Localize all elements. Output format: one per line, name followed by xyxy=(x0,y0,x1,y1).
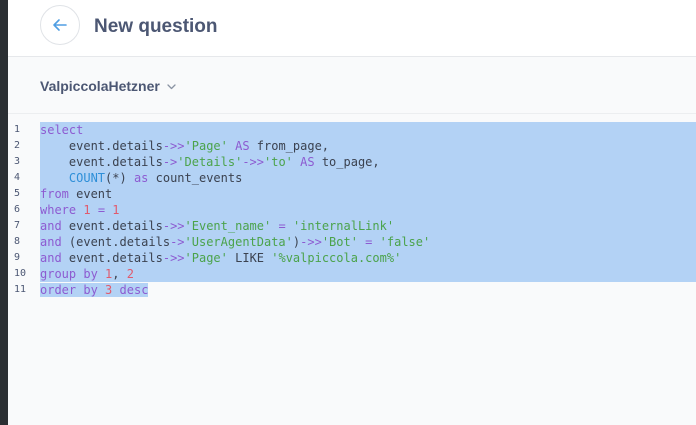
code-token: count_events xyxy=(148,171,243,185)
code-token: event.details xyxy=(40,155,163,169)
code-token: by xyxy=(83,267,98,281)
code-token: 'Page' xyxy=(184,251,228,265)
code-token: ->> xyxy=(162,251,185,265)
code-token: and xyxy=(40,235,62,249)
code-token: (*) xyxy=(105,171,134,185)
code-token: ->> xyxy=(162,139,185,153)
code-token: and xyxy=(40,219,62,233)
code-token: event xyxy=(68,187,113,201)
code-token: event.details xyxy=(40,139,163,153)
code-line: event.details->>'Page' AS from_page, xyxy=(40,138,696,154)
code-line: where 1 = 1 xyxy=(40,202,696,218)
line-number: 11 xyxy=(14,284,27,295)
code-token: by xyxy=(83,283,98,297)
code-token: event.details xyxy=(61,251,163,265)
code-line: select xyxy=(40,122,696,138)
code-token: 'Event_name' xyxy=(184,219,272,233)
database-name: ValpiccolaHetzner xyxy=(40,78,160,94)
code-token: and xyxy=(40,251,62,265)
chevron-down-icon xyxy=(167,84,176,90)
code-token: desc xyxy=(119,283,149,297)
code-token: order xyxy=(40,283,77,297)
line-number-gutter: 1 2 3 4 5 6 7 8 9 10 11 xyxy=(8,122,30,298)
code-token: = xyxy=(97,203,106,217)
code-token: (event.details xyxy=(61,235,171,249)
code-token: 'false' xyxy=(379,235,431,249)
line-number: 5 xyxy=(14,188,21,199)
code-line: event.details->'Details'->>'to' AS to_pa… xyxy=(40,154,696,170)
code-token: 1 xyxy=(112,203,120,217)
code-token: = xyxy=(278,219,286,233)
code-token: group xyxy=(40,267,77,281)
code-token: 'UserAgentData' xyxy=(184,235,293,249)
line-number: 1 xyxy=(14,124,21,135)
code-token: 'Page' xyxy=(184,139,228,153)
code-token: ->> xyxy=(300,235,322,249)
database-bar: ValpiccolaHetzner xyxy=(8,57,696,114)
code-token: ->> xyxy=(242,155,264,169)
code-token: select xyxy=(40,123,84,137)
code-token: where xyxy=(40,203,77,217)
code-token: to_page, xyxy=(314,155,380,169)
code-token: COUNT xyxy=(68,171,106,185)
code-token: 'Details' xyxy=(177,155,243,169)
code-token: 1 xyxy=(83,203,91,217)
code-line: group by 1, 2 xyxy=(40,266,696,282)
code-token: -> xyxy=(170,235,185,249)
code-token: 'internalLink' xyxy=(292,219,395,233)
code-token: LIKE xyxy=(227,251,272,265)
line-number: 4 xyxy=(14,172,21,183)
line-number: 8 xyxy=(14,236,21,247)
code-token: -> xyxy=(162,155,178,169)
code-line: order by 3 desc xyxy=(40,282,696,298)
line-number: 6 xyxy=(14,204,21,215)
code-token: , xyxy=(112,267,127,281)
code-token: 2 xyxy=(126,267,134,281)
line-number: 7 xyxy=(14,220,21,231)
code-token: ->> xyxy=(162,219,185,233)
question-header: New question xyxy=(8,0,696,57)
arrow-left-icon xyxy=(53,19,67,31)
code-token: AS xyxy=(235,139,250,153)
code-token: from_page, xyxy=(249,139,330,153)
code-line: and event.details->>'Page' LIKE '%valpic… xyxy=(40,250,696,266)
code-token: event.details xyxy=(61,219,163,233)
database-picker[interactable]: ValpiccolaHetzner xyxy=(40,78,176,94)
app-sidebar-edge xyxy=(0,0,8,425)
code-token: as xyxy=(133,171,149,185)
sql-editor[interactable]: 1 2 3 4 5 6 7 8 9 10 11 select event.details->>'Pa… xyxy=(8,114,696,425)
code-token: 'Bot' xyxy=(321,235,358,249)
code-line: from event xyxy=(40,186,696,202)
code-token: AS xyxy=(300,155,315,169)
code-token: '%valpiccola.com%' xyxy=(271,251,402,265)
back-button[interactable] xyxy=(40,5,80,45)
code-area[interactable]: select event.details->>'Page' AS from_pa… xyxy=(40,122,696,298)
code-line: and event.details->>'Event_name' = 'inte… xyxy=(40,218,696,234)
line-number: 3 xyxy=(14,156,21,167)
code-token: from xyxy=(40,187,69,201)
page-title: New question xyxy=(94,16,218,37)
code-token: 'to' xyxy=(264,155,293,169)
code-line: COUNT(*) as count_events xyxy=(40,170,696,186)
line-number: 9 xyxy=(14,252,21,263)
line-number: 2 xyxy=(14,140,21,151)
code-line: and (event.details->'UserAgentData')->>'… xyxy=(40,234,696,250)
line-number: 10 xyxy=(14,268,27,279)
